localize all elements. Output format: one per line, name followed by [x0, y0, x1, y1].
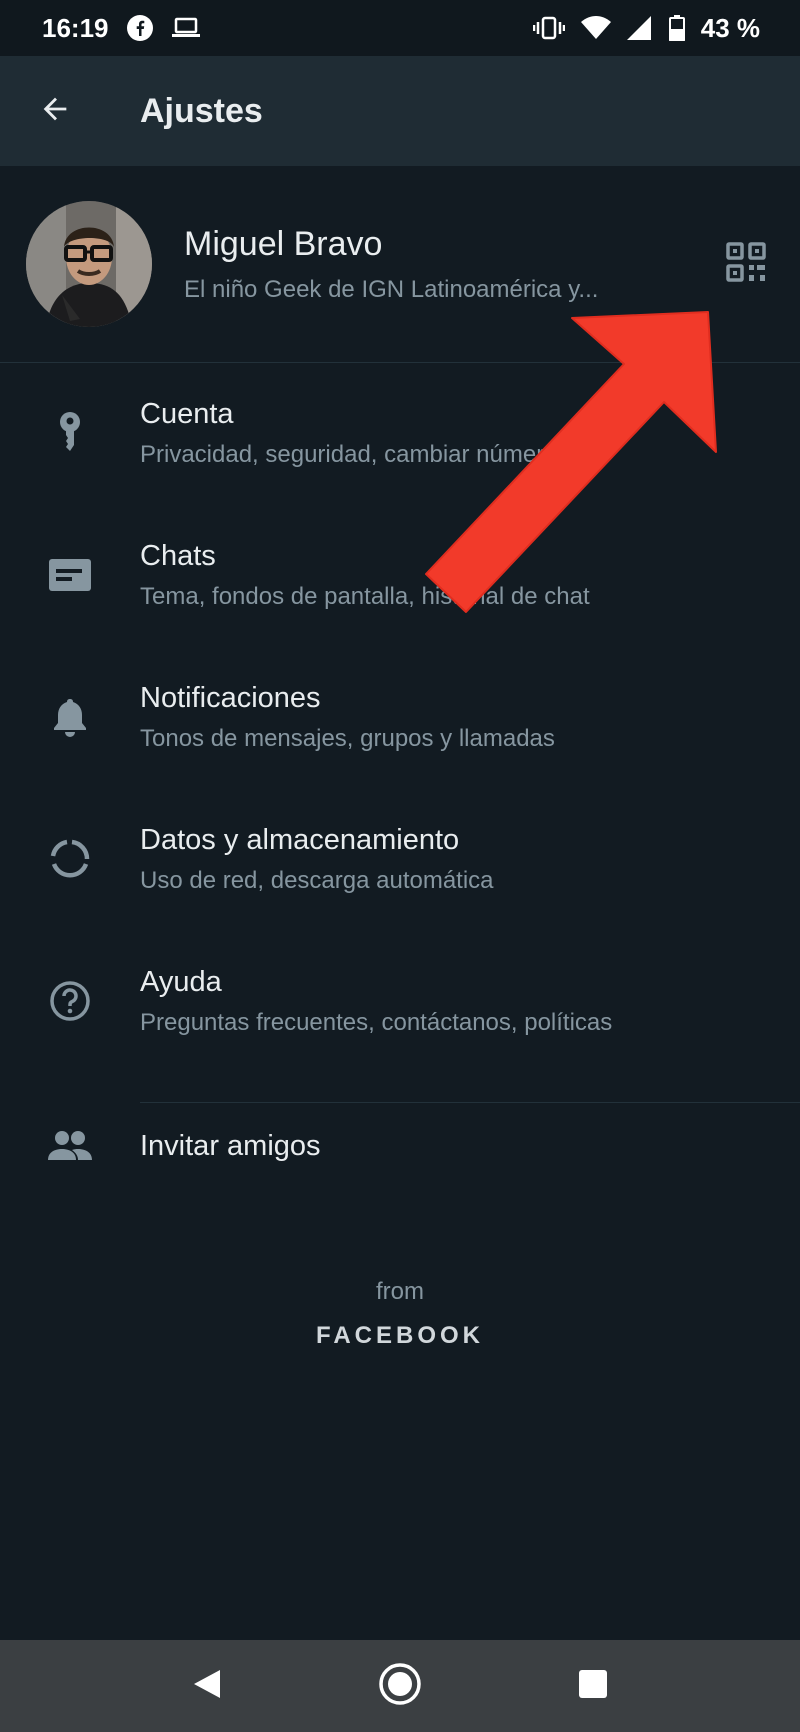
system-nav-bar	[0, 1640, 800, 1732]
triangle-back-icon	[192, 1668, 222, 1705]
nav-recents-button[interactable]	[563, 1656, 623, 1716]
menu-item-title: Invitar amigos	[140, 1129, 321, 1162]
menu-item-datos[interactable]: Datos y almacenamiento Uso de red, desca…	[0, 788, 800, 930]
status-time: 16:19	[42, 12, 109, 43]
from-label: from	[376, 1278, 424, 1305]
menu-item-notificaciones[interactable]: Notificaciones Tonos de mensajes, grupos…	[0, 646, 800, 788]
profile-status: El niño Geek de IGN Latinoamérica y...	[184, 275, 599, 303]
menu-item-title: Cuenta	[140, 397, 234, 430]
brand-label: FACEBOOK	[315, 1322, 484, 1349]
nav-home-button[interactable]	[370, 1656, 430, 1716]
help-icon	[44, 975, 96, 1027]
menu-item-invitar[interactable]: Invitar amigos	[0, 1072, 800, 1220]
menu-item-ayuda[interactable]: Ayuda Preguntas frecuentes, contáctanos,…	[0, 930, 800, 1072]
back-button[interactable]	[0, 56, 110, 166]
menu-item-subtitle: Tema, fondos de pantalla, historial de c…	[140, 582, 590, 610]
app-bar: Ajustes	[0, 56, 800, 166]
data-usage-icon	[44, 833, 96, 885]
menu-item-subtitle: Uso de red, descarga automática	[140, 866, 494, 894]
facebook-icon	[126, 15, 153, 41]
nav-back-button[interactable]	[177, 1656, 237, 1716]
menu-item-cuenta[interactable]: Cuenta Privacidad, seguridad, cambiar nú…	[0, 362, 800, 504]
from-facebook: from FACEBOOK	[0, 1278, 800, 1350]
battery-percent: 43 %	[700, 12, 760, 43]
laptop-icon	[171, 16, 201, 40]
battery-icon	[668, 15, 685, 41]
arrow-left-icon	[38, 92, 72, 131]
bell-icon	[44, 691, 96, 743]
menu-item-title: Notificaciones	[140, 681, 321, 714]
menu-item-title: Ayuda	[140, 965, 222, 998]
menu-item-title: Datos y almacenamiento	[140, 823, 460, 856]
vibrate-icon	[532, 16, 565, 40]
status-bar: 16:19 43 %	[0, 0, 800, 56]
menu-item-subtitle: Tonos de mensajes, grupos y llamadas	[140, 724, 555, 752]
qr-code-icon	[726, 241, 766, 287]
chat-icon	[44, 549, 96, 601]
wifi-icon	[580, 16, 611, 40]
signal-icon	[626, 16, 653, 40]
menu-item-title: Chats	[140, 539, 216, 572]
menu-item-subtitle: Preguntas frecuentes, contáctanos, polít…	[140, 1008, 613, 1036]
menu-item-subtitle: Privacidad, seguridad, cambiar número	[140, 440, 558, 468]
menu-item-chats[interactable]: Chats Tema, fondos de pantalla, historia…	[0, 504, 800, 646]
profile-row[interactable]: Miguel Bravo El niño Geek de IGN Latinoa…	[0, 166, 800, 363]
circle-home-icon	[378, 1662, 422, 1711]
key-icon	[44, 407, 96, 459]
square-recents-icon	[578, 1669, 608, 1704]
profile-name: Miguel Bravo	[184, 224, 383, 263]
page-title: Ajustes	[140, 91, 263, 130]
people-icon	[44, 1120, 96, 1172]
qr-code-button[interactable]	[716, 234, 776, 294]
avatar[interactable]	[26, 201, 152, 327]
settings-menu: Cuenta Privacidad, seguridad, cambiar nú…	[0, 362, 800, 1220]
